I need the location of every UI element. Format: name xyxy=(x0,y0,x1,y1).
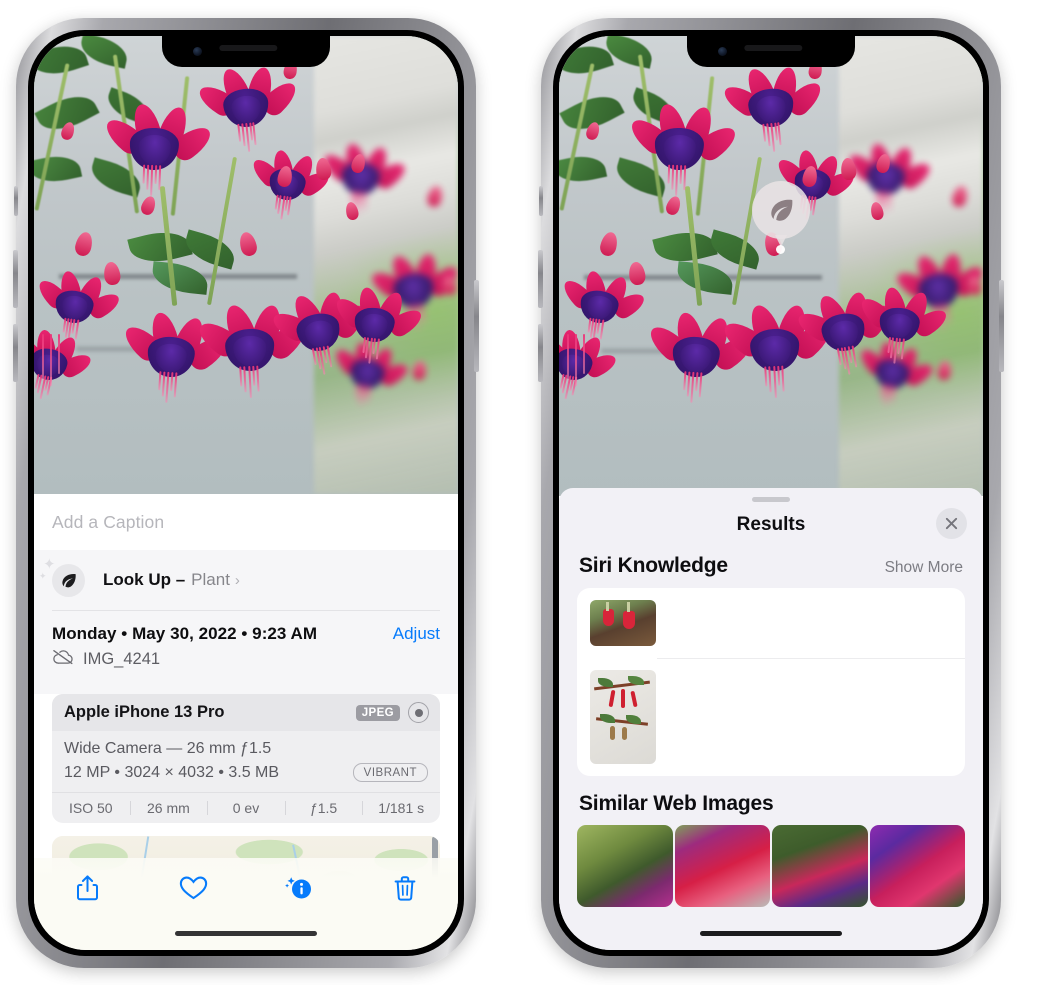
exif-header: Apple iPhone 13 Pro JPEG xyxy=(52,694,440,731)
look-up-row[interactable]: ✦ ✦ Look Up – Plant › xyxy=(34,550,458,610)
results-sheet: Results Siri Knowledge Show More Similar… xyxy=(559,488,983,950)
photo-toolbar xyxy=(34,858,458,950)
similar-image-tile[interactable] xyxy=(869,825,965,907)
knowledge-card[interactable] xyxy=(577,658,965,776)
raw-circle-icon xyxy=(408,702,429,723)
earpiece-speaker xyxy=(744,45,803,51)
exif-stats-row: ISO 50 26 mm 0 ev ƒ1.5 1/181 s xyxy=(52,792,440,823)
exif-card[interactable]: Apple iPhone 13 Pro JPEG Wide Camera — 2… xyxy=(52,694,440,823)
front-camera xyxy=(193,47,202,56)
photo-viewer[interactable] xyxy=(34,36,458,494)
sparkle-icon-small: ✦ xyxy=(39,570,47,581)
knowledge-text xyxy=(656,600,950,605)
front-camera xyxy=(718,47,727,56)
show-more-button[interactable]: Show More xyxy=(885,559,963,577)
leaf-icon[interactable] xyxy=(752,181,810,239)
exif-stat: ƒ1.5 xyxy=(284,800,363,816)
caption-field[interactable]: Add a Caption xyxy=(34,494,458,550)
file-name: IMG_4241 xyxy=(83,650,161,668)
mute-switch[interactable] xyxy=(14,186,18,216)
similar-image-tile[interactable] xyxy=(674,825,770,907)
knowledge-thumbnail xyxy=(590,670,656,764)
volume-down-button[interactable] xyxy=(538,324,543,382)
volume-up-button[interactable] xyxy=(13,250,18,308)
close-icon[interactable] xyxy=(936,508,967,539)
screen-left: Add a Caption ✦ ✦ Look Up – Plant › Mond… xyxy=(34,36,458,950)
heart-icon[interactable] xyxy=(170,868,216,908)
home-indicator[interactable] xyxy=(175,931,317,936)
adjust-button[interactable]: Adjust xyxy=(393,624,440,644)
similar-image-tile[interactable] xyxy=(772,825,868,907)
home-indicator[interactable] xyxy=(700,931,842,936)
knowledge-text xyxy=(656,670,950,675)
share-icon[interactable] xyxy=(64,868,110,908)
sparkle-icon-large: ✦ xyxy=(43,555,56,573)
similar-web-images-title: Similar Web Images xyxy=(579,792,774,815)
iphone-device-right: Results Siri Knowledge Show More Similar… xyxy=(538,18,1004,968)
knowledge-thumbnail xyxy=(590,600,656,646)
knowledge-card[interactable] xyxy=(577,588,965,658)
info-sparkle-icon[interactable] xyxy=(276,868,322,908)
exif-stat: ISO 50 xyxy=(69,800,113,816)
notch xyxy=(162,36,330,67)
results-title: Results xyxy=(736,514,806,535)
subject-marker-dot xyxy=(776,245,785,254)
exif-stat: 1/181 s xyxy=(362,800,440,816)
siri-knowledge-title: Siri Knowledge xyxy=(579,554,728,577)
format-badge: JPEG xyxy=(355,704,400,721)
iphone-device-left: Add a Caption ✦ ✦ Look Up – Plant › Mond… xyxy=(13,18,479,968)
results-header: Results xyxy=(559,502,983,548)
photo-viewer[interactable] xyxy=(559,36,983,496)
similar-images-strip[interactable] xyxy=(559,825,983,907)
capture-date: Monday • May 30, 2022 • 9:23 AM xyxy=(52,624,318,643)
image-size-info: 12 MP • 3024 × 4032 • 3.5 MB xyxy=(64,763,280,781)
photo-metadata: Monday • May 30, 2022 • 9:23 AM Adjust I… xyxy=(34,610,458,694)
cloud-slash-icon xyxy=(52,649,74,670)
leaf-icon: ✦ ✦ xyxy=(39,557,85,597)
look-up-label: Look Up – xyxy=(103,570,186,589)
camera-device-name: Apple iPhone 13 Pro xyxy=(64,703,225,721)
siri-knowledge-header: Siri Knowledge Show More xyxy=(559,548,983,588)
divider xyxy=(52,610,440,611)
mute-switch[interactable] xyxy=(539,186,543,216)
knowledge-card-list xyxy=(577,588,965,776)
caption-placeholder: Add a Caption xyxy=(52,511,165,532)
power-button[interactable] xyxy=(474,280,479,372)
trash-icon[interactable] xyxy=(382,868,428,908)
notch xyxy=(687,36,855,67)
similar-image-tile[interactable] xyxy=(577,825,673,907)
screenshot-stage: Add a Caption ✦ ✦ Look Up – Plant › Mond… xyxy=(0,0,1055,985)
exif-stat: 0 ev xyxy=(207,800,285,816)
look-up-subject: Plant xyxy=(191,570,230,589)
screen-right: Results Siri Knowledge Show More Similar… xyxy=(559,36,983,950)
lens-info: Wide Camera — 26 mm ƒ1.5 xyxy=(64,740,272,757)
chevron-right-icon: › xyxy=(234,571,240,589)
earpiece-speaker xyxy=(219,45,278,51)
power-button[interactable] xyxy=(999,280,1004,372)
volume-down-button[interactable] xyxy=(13,324,18,382)
exif-stat: 26 mm xyxy=(129,800,208,816)
color-profile-badge: VIBRANT xyxy=(352,763,428,782)
volume-up-button[interactable] xyxy=(538,250,543,308)
